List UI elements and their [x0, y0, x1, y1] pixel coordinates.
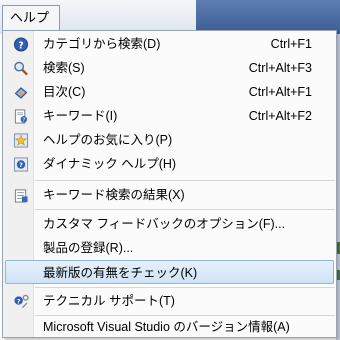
svg-text:?: ?	[19, 161, 23, 169]
dynamic-help-icon: ?	[13, 157, 29, 172]
menu-item-shortcut: Ctrl+Alt+F3	[248, 61, 312, 75]
menu-item-keyword-search-results[interactable]: キーワード検索の結果(X)	[5, 183, 334, 207]
menu-item-shortcut: Ctrl+F1	[270, 37, 312, 51]
star-icon	[13, 133, 29, 148]
menu-item-label: カスタマ フィードバックのオプション(F)...	[43, 217, 286, 231]
svg-text:?: ?	[22, 118, 25, 124]
menu-item-about-visual-studio[interactable]: Microsoft Visual Studio のバージョン情報(A)	[5, 315, 334, 339]
menu-item-shortcut: Ctrl+Alt+F1	[248, 85, 312, 99]
menu-item-label: 製品の登録(R)...	[43, 241, 134, 255]
menu-separator	[35, 287, 335, 288]
index-page-icon: ?	[14, 109, 28, 124]
menu-item-label: テクニカル サポート(T)	[43, 294, 175, 308]
menu-item-customer-feedback-options[interactable]: カスタマ フィードバックのオプション(F)...	[5, 212, 334, 236]
menu-item-label: 最新版の有無をチェック(K)	[43, 266, 198, 280]
menu-item-label: 目次(C)	[43, 85, 86, 99]
menu-item-check-for-updates[interactable]: 最新版の有無をチェック(K)	[5, 260, 334, 284]
menu-item-product-registration[interactable]: 製品の登録(R)...	[5, 236, 334, 260]
menu-item-label: Microsoft Visual Studio のバージョン情報(A)	[43, 320, 290, 334]
menu-separator	[35, 180, 335, 181]
menu-item-shortcut: Ctrl+Alt+F2	[248, 109, 312, 123]
magnifier-icon	[14, 61, 28, 76]
help-dropdown-menu: ? カテゴリから検索(D) Ctrl+F1 検索(S) Ctrl+Alt+F3 …	[2, 30, 337, 338]
help-circle-icon: ?	[13, 37, 29, 52]
help-menu-title[interactable]: ヘルプ(H)	[2, 5, 60, 49]
support-icon: ?	[14, 294, 29, 309]
menu-item-dynamic-help[interactable]: ? ダイナミック ヘルプ(H)	[5, 152, 334, 176]
menu-item-label: ダイナミック ヘルプ(H)	[43, 157, 177, 171]
svg-text:?: ?	[18, 40, 23, 51]
contents-icon	[14, 87, 28, 99]
window-background-dark	[196, 0, 340, 34]
menu-item-label: キーワード検索の結果(X)	[43, 188, 185, 202]
menu-item-label: 検索(S)	[43, 61, 85, 75]
search-results-icon	[14, 189, 28, 203]
menu-item-keyword[interactable]: ? キーワード(I) Ctrl+Alt+F2	[5, 104, 334, 128]
svg-text:?: ?	[17, 297, 21, 305]
menu-item-contents[interactable]: 目次(C) Ctrl+Alt+F1	[5, 80, 334, 104]
menu-item-search-by-category[interactable]: ? カテゴリから検索(D) Ctrl+F1	[5, 32, 334, 56]
menu-item-label: キーワード(I)	[43, 109, 118, 123]
menu-item-label: カテゴリから検索(D)	[43, 37, 161, 51]
menu-item-label: ヘルプのお気に入り(P)	[43, 133, 173, 147]
menu-separator	[35, 209, 335, 210]
menu-item-help-favorites[interactable]: ヘルプのお気に入り(P)	[5, 128, 334, 152]
menu-item-technical-support[interactable]: ? テクニカル サポート(T)	[5, 289, 334, 313]
menu-item-search[interactable]: 検索(S) Ctrl+Alt+F3	[5, 56, 334, 80]
